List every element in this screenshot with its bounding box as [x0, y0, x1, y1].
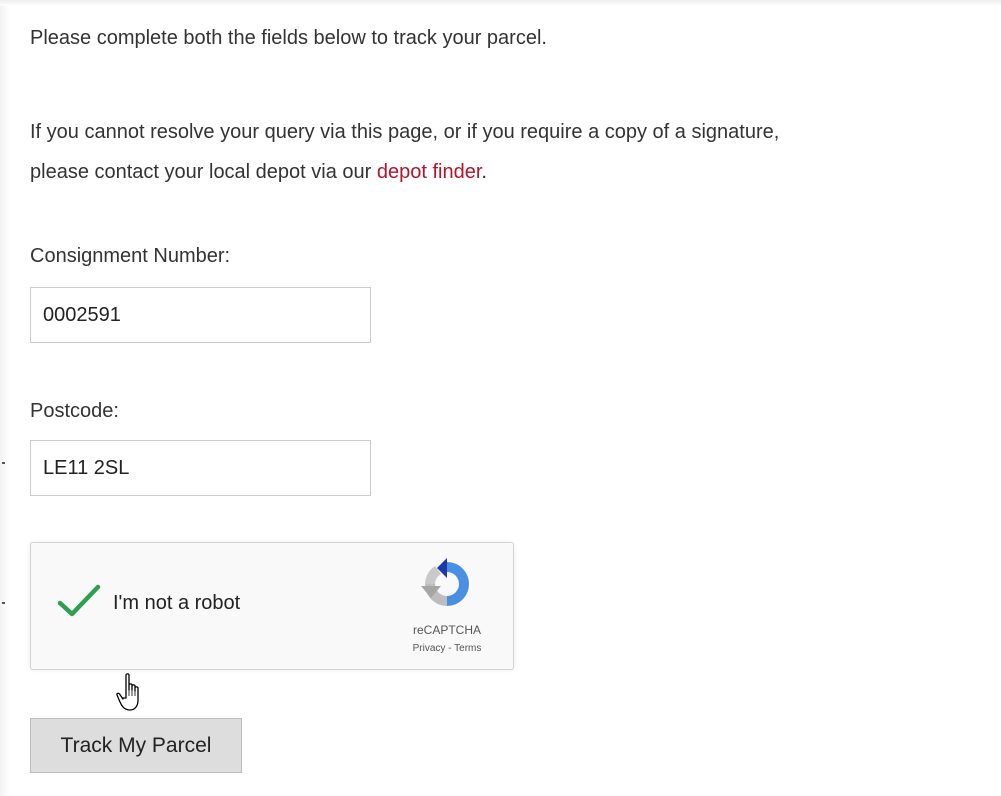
consignment-number-input[interactable]	[30, 287, 371, 343]
recaptcha-brand-text: reCAPTCHA	[412, 623, 481, 637]
left-edge-shadow	[0, 0, 10, 796]
recaptcha-links: Privacy - Terms	[391, 643, 503, 654]
help-text-prefix: please contact your local depot via our	[30, 161, 377, 183]
help-text-line-1: If you cannot resolve your query via thi…	[30, 121, 780, 143]
help-text-suffix: .	[481, 161, 487, 183]
help-text: If you cannot resolve your query via thi…	[30, 112, 995, 192]
recaptcha-privacy-link[interactable]: Privacy	[413, 643, 446, 654]
recaptcha-label: I'm not a robot	[113, 592, 241, 614]
recaptcha-logo-icon	[421, 558, 469, 606]
postcode-label: Postcode:	[30, 400, 119, 422]
help-text-line-2: please contact your local depot via our …	[30, 152, 995, 192]
recaptcha-terms-link[interactable]: Terms	[454, 643, 481, 654]
depot-finder-link[interactable]: depot finder	[377, 161, 482, 183]
top-edge-shadow	[0, 0, 1001, 6]
checkmark-icon	[57, 584, 101, 617]
edge-mark	[2, 602, 5, 604]
recaptcha-links-separator: -	[445, 643, 455, 654]
intro-text: Please complete both the fields below to…	[30, 27, 547, 49]
consignment-number-label: Consignment Number:	[30, 245, 231, 267]
hand-pointer-icon	[116, 673, 139, 711]
recaptcha-checkbox[interactable]	[55, 581, 103, 621]
track-my-parcel-button[interactable]: Track My Parcel	[30, 718, 242, 773]
edge-mark	[2, 462, 5, 464]
recaptcha-widget: I'm not a robot reCAPTCHA Privacy - Term…	[30, 542, 514, 670]
page-frame: Please complete both the fields below to…	[0, 0, 1001, 796]
postcode-input[interactable]	[30, 440, 371, 496]
